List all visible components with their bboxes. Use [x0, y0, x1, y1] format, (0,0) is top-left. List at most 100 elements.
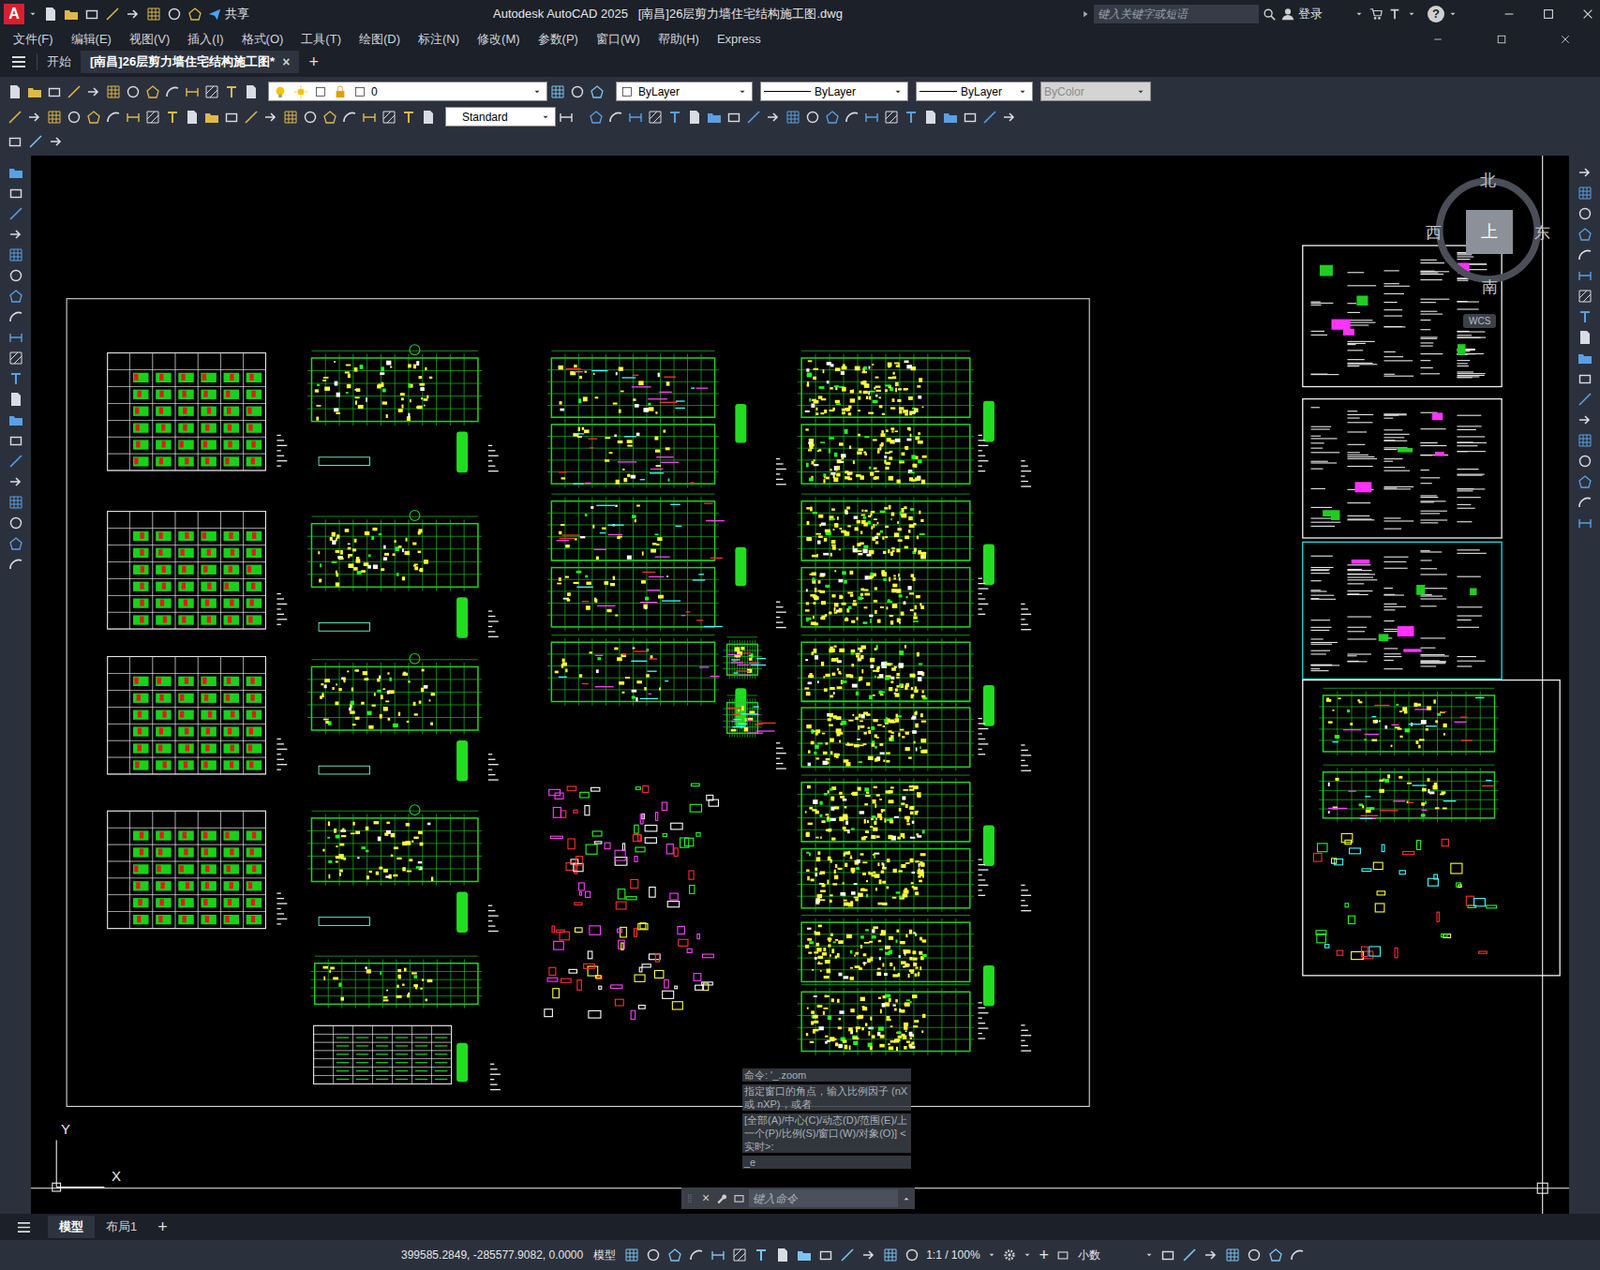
text-icon[interactable] — [399, 107, 419, 127]
doc-icon[interactable] — [1575, 328, 1595, 347]
line-icon[interactable] — [64, 82, 84, 102]
grid-icon[interactable] — [1223, 1245, 1242, 1265]
command-input[interactable] — [748, 1189, 898, 1208]
hatch-icon[interactable] — [6, 348, 26, 368]
grid-icon[interactable] — [6, 493, 26, 512]
app-logo[interactable]: A — [3, 3, 25, 25]
caret-icon[interactable] — [1134, 85, 1148, 99]
hamb-icon[interactable] — [14, 1218, 33, 1237]
rect-icon[interactable] — [44, 82, 64, 102]
caret-icon[interactable] — [1020, 1248, 1034, 1262]
hatch-icon[interactable] — [730, 1245, 749, 1265]
arrow-icon[interactable] — [859, 1245, 879, 1265]
hatch-icon[interactable] — [379, 107, 399, 127]
max-icon[interactable] — [1494, 31, 1510, 47]
units-display[interactable]: 小数 — [1074, 1246, 1140, 1264]
document-tab[interactable]: 开始 — [37, 50, 81, 74]
folder-icon[interactable] — [202, 107, 222, 127]
menu-item[interactable]: 视图(V) — [129, 29, 170, 49]
caret-icon[interactable] — [530, 85, 544, 99]
menu-item[interactable]: 窗口(W) — [596, 29, 641, 49]
line-icon[interactable] — [26, 132, 45, 151]
wcs-menu[interactable]: WCS — [1463, 314, 1496, 329]
grid-icon[interactable] — [1575, 183, 1595, 203]
folder-icon[interactable] — [941, 107, 960, 127]
arc-icon[interactable] — [606, 107, 626, 127]
circle-icon[interactable] — [6, 266, 26, 285]
text-icon[interactable] — [1386, 5, 1404, 23]
min-icon[interactable] — [1430, 31, 1446, 47]
dim-icon[interactable] — [6, 328, 26, 347]
caret-icon[interactable] — [891, 85, 905, 99]
folder-icon[interactable] — [794, 1245, 814, 1265]
arrow-icon[interactable] — [84, 82, 104, 102]
rect-icon[interactable] — [5, 132, 25, 151]
text-icon[interactable] — [6, 369, 26, 389]
poly-icon[interactable] — [1266, 1245, 1286, 1265]
grid-icon[interactable] — [783, 107, 803, 127]
poly-icon[interactable] — [586, 107, 606, 127]
arc-icon[interactable] — [340, 107, 359, 127]
text-icon[interactable] — [1575, 307, 1595, 327]
poly-icon[interactable] — [185, 4, 205, 24]
caret-icon[interactable] — [1016, 85, 1030, 99]
rect-icon[interactable] — [6, 183, 26, 203]
folder-icon[interactable] — [704, 107, 724, 127]
grid-icon[interactable] — [6, 245, 26, 265]
dim-icon[interactable] — [182, 82, 202, 102]
caret-icon[interactable] — [1142, 1248, 1156, 1262]
caret-icon[interactable] — [538, 110, 553, 124]
doc-icon[interactable] — [921, 107, 941, 127]
doc-icon[interactable] — [6, 389, 26, 409]
circle-icon[interactable] — [1575, 204, 1595, 224]
line-icon[interactable] — [837, 1245, 857, 1265]
square-icon[interactable] — [313, 84, 329, 100]
drawing-canvas[interactable]: 北西东南上WCSYX命令: '_.zoom指定窗口的角点，输入比例因子 (nX … — [30, 155, 1570, 1214]
menu-item[interactable]: 编辑(E) — [71, 29, 112, 49]
menu-item[interactable]: 文件(F) — [13, 29, 54, 49]
arc-icon[interactable] — [687, 1245, 706, 1265]
folder-icon[interactable] — [1575, 348, 1595, 368]
rect-icon[interactable] — [82, 4, 102, 24]
hamb-icon[interactable] — [9, 52, 29, 72]
dim-icon[interactable] — [1575, 266, 1595, 285]
document-tab[interactable]: [南昌]26层剪力墙住宅结构施工图*× — [80, 50, 300, 74]
grid-icon[interactable] — [881, 1245, 900, 1265]
doc-icon[interactable] — [5, 82, 25, 102]
line-icon[interactable] — [1575, 389, 1595, 409]
line-icon[interactable] — [6, 204, 26, 224]
plotstyle-dropdown[interactable]: ByColor — [1040, 81, 1152, 102]
text-icon[interactable] — [163, 107, 182, 127]
grid-icon[interactable] — [548, 82, 568, 102]
rect-icon[interactable] — [724, 107, 744, 127]
menu-item[interactable]: 标注(N) — [418, 29, 460, 49]
arc-icon[interactable] — [6, 554, 26, 574]
arrow-icon[interactable] — [6, 472, 26, 492]
circle-icon[interactable] — [164, 4, 184, 24]
grip-icon[interactable] — [683, 1191, 699, 1207]
poly-icon[interactable] — [1575, 224, 1595, 244]
compass-north[interactable]: 北 — [1480, 168, 1496, 194]
linetype-dropdown[interactable]: ByLayer — [760, 81, 909, 102]
circle-icon[interactable] — [6, 513, 26, 533]
arc-icon[interactable] — [1575, 245, 1595, 265]
doc-icon[interactable] — [685, 107, 704, 127]
square-icon[interactable] — [352, 84, 368, 100]
rect-icon[interactable] — [6, 431, 26, 450]
poly-icon[interactable] — [143, 82, 163, 102]
annotation-scale[interactable]: 1:1 / 100% — [924, 1246, 982, 1264]
grid-icon[interactable] — [1575, 431, 1595, 450]
folder-icon[interactable] — [25, 82, 45, 102]
help-button[interactable]: ? — [1427, 5, 1445, 23]
arrow-icon[interactable] — [1575, 410, 1595, 430]
poly-icon[interactable] — [320, 107, 340, 127]
sun-icon[interactable] — [292, 83, 310, 101]
circle-icon[interactable] — [643, 1245, 663, 1265]
menu-item[interactable]: 修改(M) — [477, 29, 521, 49]
up-icon[interactable] — [899, 1192, 913, 1206]
menu-item[interactable]: 绘图(D) — [358, 29, 401, 49]
arrow-icon[interactable] — [46, 132, 66, 151]
circle-icon[interactable] — [568, 82, 587, 102]
line-icon[interactable] — [5, 107, 25, 127]
text-icon[interactable] — [751, 1245, 771, 1265]
